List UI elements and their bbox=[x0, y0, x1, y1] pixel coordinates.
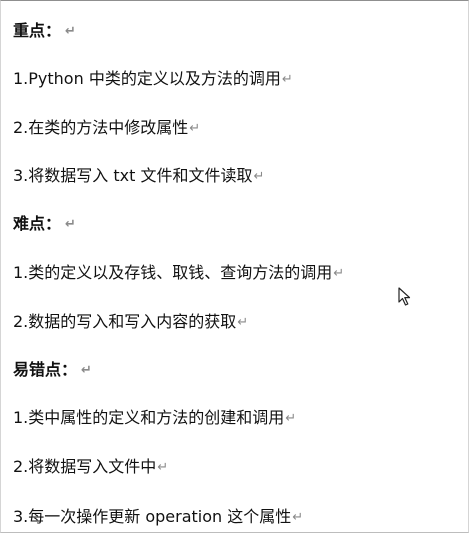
list-item-text: 1.Python 中类的定义以及方法的调用 bbox=[13, 69, 281, 88]
paragraph-mark-icon: ↵ bbox=[65, 24, 76, 39]
list-item-text: 1.类中属性的定义和方法的创建和调用 bbox=[13, 408, 285, 427]
heading-common-mistakes: 易错点： ↵ bbox=[13, 360, 92, 380]
paragraph-mark-icon: ↵ bbox=[189, 121, 201, 136]
mouse-pointer-icon bbox=[398, 287, 411, 306]
list-item-text: 1.类的定义以及存钱、取钱、查询方法的调用 bbox=[13, 263, 333, 282]
list-item-text: 3.每一次操作更新 operation 这个属性 bbox=[13, 507, 292, 526]
list-item: 1.Python 中类的定义以及方法的调用↵ bbox=[13, 69, 293, 89]
list-item-text: 2.数据的写入和写入内容的获取 bbox=[13, 312, 237, 331]
paragraph-mark-icon: ↵ bbox=[281, 72, 293, 87]
paragraph-mark-icon: ↵ bbox=[65, 217, 76, 232]
list-item-text: 2.在类的方法中修改属性 bbox=[13, 118, 189, 137]
paragraph-mark-icon: ↵ bbox=[253, 169, 265, 184]
paragraph-mark-icon: ↵ bbox=[333, 266, 345, 281]
list-item: 1.类中属性的定义和方法的创建和调用↵ bbox=[13, 408, 296, 428]
heading-text: 重点： bbox=[13, 21, 62, 40]
heading-text: 易错点： bbox=[13, 360, 78, 379]
paragraph-mark-icon: ↵ bbox=[237, 315, 249, 330]
paragraph-mark-icon: ↵ bbox=[157, 460, 169, 475]
list-item-text: 3.将数据写入 txt 文件和文件读取 bbox=[13, 166, 253, 185]
list-item: 3.将数据写入 txt 文件和文件读取↵ bbox=[13, 166, 264, 186]
list-item: 2.数据的写入和写入内容的获取↵ bbox=[13, 312, 248, 332]
list-item: 2.在类的方法中修改属性↵ bbox=[13, 118, 200, 138]
list-item: 3.每一次操作更新 operation 这个属性↵ bbox=[13, 507, 303, 527]
heading-key-points: 重点： ↵ bbox=[13, 21, 76, 41]
heading-difficulties: 难点： ↵ bbox=[13, 214, 76, 234]
paragraph-mark-icon: ↵ bbox=[292, 510, 304, 525]
heading-text: 难点： bbox=[13, 214, 62, 233]
list-item: 2.将数据写入文件中↵ bbox=[13, 457, 168, 477]
list-item-text: 2.将数据写入文件中 bbox=[13, 457, 157, 476]
document-page[interactable]: 重点： ↵ 1.Python 中类的定义以及方法的调用↵ 2.在类的方法中修改属性… bbox=[0, 0, 469, 533]
paragraph-mark-icon: ↵ bbox=[285, 411, 297, 426]
list-item: 1.类的定义以及存钱、取钱、查询方法的调用↵ bbox=[13, 263, 344, 283]
paragraph-mark-icon: ↵ bbox=[81, 363, 92, 378]
